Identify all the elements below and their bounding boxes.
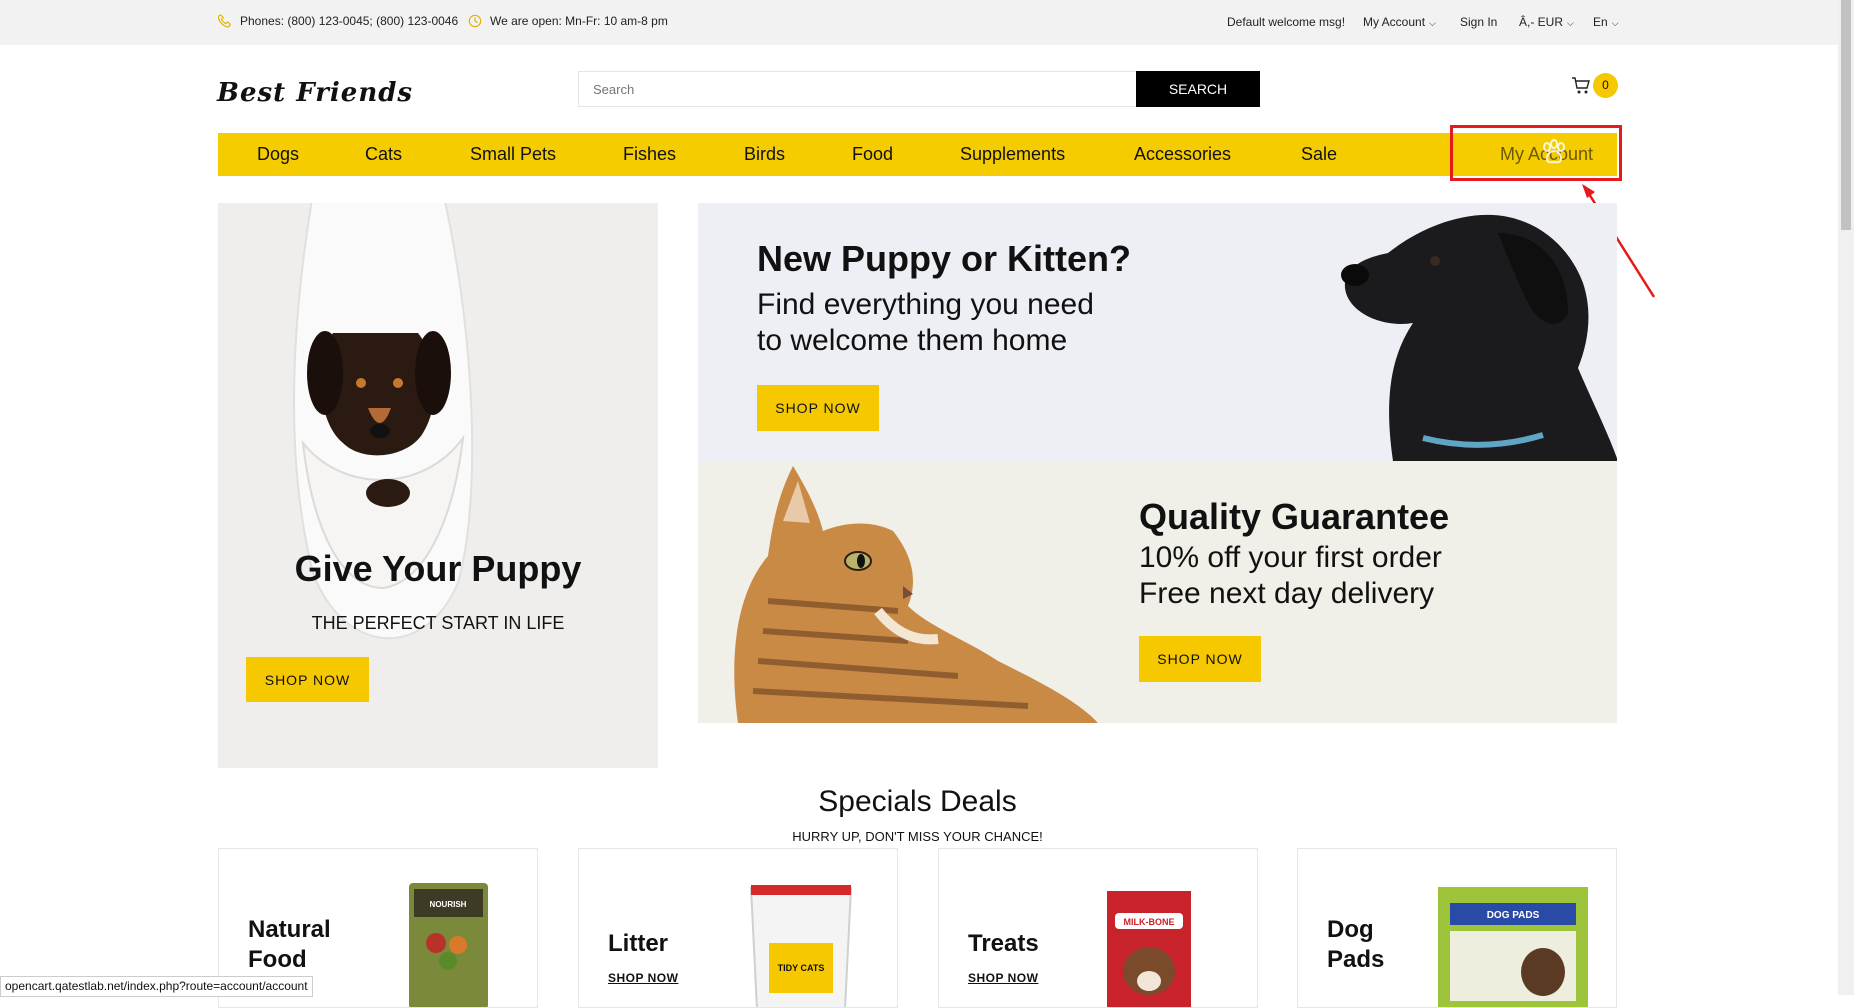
chevron-down-icon: ⌵ <box>1567 18 1574 28</box>
chevron-down-icon: ⌵ <box>1429 18 1436 28</box>
topbar-my-account-label: My Account <box>1363 15 1426 29</box>
litter-bucket-image: TIDY CATS <box>749 885 853 1007</box>
highlight-annotation <box>1450 125 1622 181</box>
quality-title: Quality Guarantee <box>1139 496 1450 537</box>
shop-now-button-puppy[interactable]: SHOP NOW <box>246 657 369 702</box>
dog-pads-package-image: DOG PADS <box>1438 887 1588 1007</box>
chevron-down-icon: ⌵ <box>1611 18 1619 28</box>
nav-item-food[interactable]: Food <box>852 133 893 176</box>
banner-new-puppy: New Puppy or Kitten? Find everything you… <box>698 203 1617 461</box>
food-bag-image: NOURISH <box>409 883 488 1007</box>
shop-now-button-quality[interactable]: SHOP NOW <box>1139 636 1261 682</box>
package-label: TIDY CATS <box>778 963 825 973</box>
special-card-treats[interactable]: Treats SHOP NOW MILK-BONE <box>938 848 1258 1008</box>
banner-quality-guarantee: Quality Guarantee 10% off your first ord… <box>698 461 1617 723</box>
search-button[interactable]: SEARCH <box>1136 71 1260 107</box>
shop-now-button-new-puppy[interactable]: SHOP NOW <box>757 385 879 431</box>
currency-selector[interactable]: Â,- EUR ⌵ <box>1519 15 1574 29</box>
language-label: En <box>1593 15 1608 29</box>
hours-text: We are open: Mn-Fr: 10 am-8 pm <box>490 14 668 28</box>
treats-box-image: MILK-BONE <box>1107 891 1191 1007</box>
page-scrollbar[interactable] <box>1838 0 1854 995</box>
new-puppy-line-2: to welcome them home <box>757 324 1068 357</box>
nav-item-accessories[interactable]: Accessories <box>1134 133 1231 176</box>
card-title-line-1: Dog <box>1327 916 1374 943</box>
tabby-cat-image <box>734 466 1098 723</box>
quality-line-2: Free next day delivery <box>1139 577 1435 610</box>
phones-info: Phones: (800) 123-0045; (800) 123-0046 <box>218 14 458 28</box>
specials-subtitle: HURRY UP, DON'T MISS YOUR CHANCE! <box>792 829 1043 844</box>
sign-in-link[interactable]: Sign In <box>1460 15 1497 29</box>
card-shop-now-link[interactable]: SHOP NOW <box>968 971 1038 985</box>
nav-item-small-pets[interactable]: Small Pets <box>470 133 556 176</box>
clock-icon <box>468 14 482 28</box>
welcome-message: Default welcome msg! <box>1227 15 1346 29</box>
card-title: Treats <box>968 930 1039 957</box>
card-title-line-2: Pads <box>1327 946 1385 973</box>
banner-puppy: Give Your Puppy THE PERFECT START IN LIF… <box>218 203 658 768</box>
site-logo[interactable]: Best Friends <box>217 78 413 108</box>
card-title: Litter <box>608 930 668 957</box>
new-puppy-line-1: Find everything you need <box>757 288 1094 321</box>
black-dog-image <box>1341 214 1617 461</box>
nav-item-cats[interactable]: Cats <box>365 133 402 176</box>
nav-item-birds[interactable]: Birds <box>744 133 785 176</box>
nav-item-sale[interactable]: Sale <box>1301 133 1337 176</box>
status-bar-url: opencart.qatestlab.net/index.php?route=a… <box>0 976 313 997</box>
package-label: NOURISH <box>430 900 467 909</box>
top-bar: Phones: (800) 123-0045; (800) 123-0046 W… <box>0 0 1838 45</box>
topbar-my-account[interactable]: My Account ⌵ <box>1363 15 1436 29</box>
search-input[interactable] <box>578 71 1136 107</box>
main-nav: Dogs Cats Small Pets Fishes Birds Food S… <box>218 133 1617 176</box>
card-shop-now-link[interactable]: SHOP NOW <box>608 971 678 985</box>
scrollbar-thumb[interactable] <box>1841 0 1851 230</box>
phones-text: Phones: (800) 123-0045; (800) 123-0046 <box>240 14 459 28</box>
puppy-banner-subtitle: THE PERFECT START IN LIFE <box>311 613 565 633</box>
nav-item-fishes[interactable]: Fishes <box>623 133 676 176</box>
currency-label: Â,- EUR <box>1519 15 1564 29</box>
phone-icon <box>218 14 231 28</box>
special-card-dog-pads[interactable]: Dog Pads DOG PADS <box>1297 848 1617 1008</box>
package-label: MILK-BONE <box>1124 917 1175 927</box>
nav-item-dogs[interactable]: Dogs <box>257 133 299 176</box>
language-selector[interactable]: En ⌵ <box>1593 15 1619 29</box>
hours-info: We are open: Mn-Fr: 10 am-8 pm <box>468 14 668 28</box>
package-label: DOG PADS <box>1487 910 1540 921</box>
cart-count-badge[interactable]: 0 <box>1593 73 1618 98</box>
specials-title: Specials Deals <box>818 785 1017 818</box>
puppy-banner-title: Give Your Puppy <box>294 548 582 589</box>
quality-line-1: 10% off your first order <box>1139 541 1442 574</box>
new-puppy-title: New Puppy or Kitten? <box>757 238 1132 279</box>
card-title-line-2: Food <box>248 946 307 973</box>
nav-item-supplements[interactable]: Supplements <box>960 133 1065 176</box>
special-card-litter[interactable]: Litter SHOP NOW TIDY CATS <box>578 848 898 1008</box>
card-title-line-1: Natural <box>248 916 331 943</box>
cart-icon[interactable] <box>1571 76 1591 96</box>
